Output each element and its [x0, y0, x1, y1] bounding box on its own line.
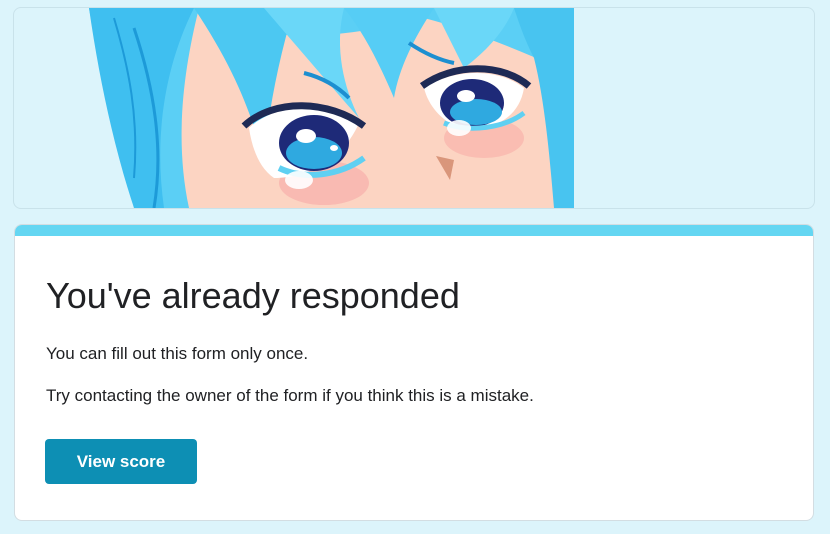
page-title: You've already responded	[46, 275, 460, 316]
already-responded-card: You've already responded You can fill ou…	[14, 224, 814, 521]
view-score-button[interactable]: View score	[45, 439, 197, 484]
contact-owner-message: Try contacting the owner of the form if …	[46, 386, 534, 405]
card-accent-bar	[15, 225, 813, 236]
crying-anime-girl-illustration	[89, 8, 574, 208]
header-banner-image	[13, 7, 815, 209]
fill-once-message: You can fill out this form only once.	[46, 344, 309, 363]
